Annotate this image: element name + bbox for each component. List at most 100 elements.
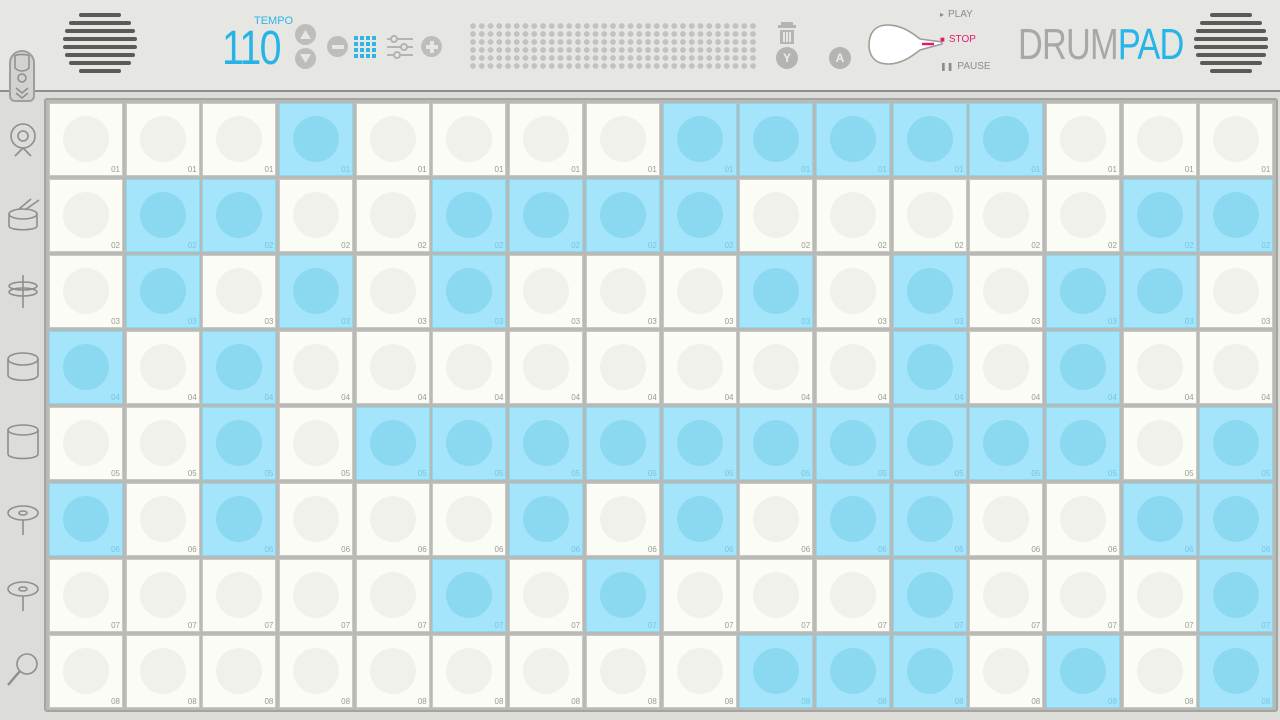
step-pad[interactable]: 02 <box>279 179 354 252</box>
crash-cymbal-icon[interactable] <box>5 576 41 612</box>
step-pad[interactable]: 05 <box>432 407 507 480</box>
step-pad[interactable]: 01 <box>125 103 200 176</box>
step-pad[interactable]: 03 <box>815 255 890 328</box>
step-pad[interactable]: 05 <box>892 407 967 480</box>
step-pad[interactable]: 01 <box>1122 103 1197 176</box>
step-pad[interactable]: 07 <box>125 559 200 632</box>
step-pad[interactable]: 05 <box>202 407 277 480</box>
step-pad[interactable]: 08 <box>125 635 200 708</box>
grid-view-button[interactable] <box>354 36 377 58</box>
step-pad[interactable]: 06 <box>49 483 123 556</box>
step-pad[interactable]: 07 <box>739 559 814 632</box>
step-pad[interactable]: 06 <box>585 483 660 556</box>
step-pad[interactable]: 08 <box>509 635 584 708</box>
step-pad[interactable]: 02 <box>202 179 277 252</box>
step-pad[interactable]: 01 <box>739 103 814 176</box>
step-pad[interactable]: 04 <box>739 331 814 404</box>
step-pad[interactable]: 07 <box>279 559 354 632</box>
step-pad[interactable]: 01 <box>432 103 507 176</box>
step-pad[interactable]: 02 <box>1199 179 1274 252</box>
step-pad[interactable]: 04 <box>355 331 430 404</box>
step-pad[interactable]: 07 <box>432 559 507 632</box>
step-pad[interactable]: 05 <box>279 407 354 480</box>
floor-tom-icon[interactable] <box>5 424 41 460</box>
step-pad[interactable]: 03 <box>1045 255 1120 328</box>
step-pad[interactable]: 06 <box>432 483 507 556</box>
step-pad[interactable]: 08 <box>279 635 354 708</box>
mixer-button[interactable] <box>386 34 414 60</box>
transport-lever[interactable] <box>868 22 948 68</box>
step-pad[interactable]: 07 <box>585 559 660 632</box>
step-pad[interactable]: 08 <box>202 635 277 708</box>
maraca-icon[interactable] <box>5 652 41 688</box>
step-pad[interactable]: 06 <box>969 483 1044 556</box>
hihat-icon[interactable] <box>5 273 41 309</box>
step-pad[interactable]: 05 <box>1122 407 1197 480</box>
step-pad[interactable]: 02 <box>125 179 200 252</box>
step-pad[interactable]: 06 <box>662 483 737 556</box>
stop-option[interactable]: ■ STOP <box>940 34 976 45</box>
step-pad[interactable]: 01 <box>509 103 584 176</box>
step-pad[interactable]: 01 <box>49 103 123 176</box>
step-pad[interactable]: 06 <box>815 483 890 556</box>
step-pad[interactable]: 05 <box>355 407 430 480</box>
step-pad[interactable]: 01 <box>1045 103 1120 176</box>
step-pad[interactable]: 06 <box>1199 483 1274 556</box>
step-pad[interactable]: 06 <box>355 483 430 556</box>
step-pad[interactable]: 01 <box>279 103 354 176</box>
y-button[interactable]: Y <box>776 47 798 69</box>
step-pad[interactable]: 06 <box>279 483 354 556</box>
step-pad[interactable]: 01 <box>892 103 967 176</box>
add-step-button[interactable] <box>421 36 442 57</box>
step-pad[interactable]: 05 <box>662 407 737 480</box>
kit-selector-tab[interactable] <box>9 50 35 102</box>
step-pad[interactable]: 08 <box>1122 635 1197 708</box>
step-pad[interactable]: 05 <box>969 407 1044 480</box>
step-pad[interactable]: 07 <box>662 559 737 632</box>
tom-drum-icon[interactable] <box>5 349 41 385</box>
step-pad[interactable]: 04 <box>892 331 967 404</box>
step-pad[interactable]: 06 <box>125 483 200 556</box>
step-pad[interactable]: 07 <box>969 559 1044 632</box>
step-pad[interactable]: 04 <box>279 331 354 404</box>
step-pad[interactable]: 06 <box>509 483 584 556</box>
step-pad[interactable]: 08 <box>432 635 507 708</box>
step-pad[interactable]: 04 <box>432 331 507 404</box>
step-pad[interactable]: 01 <box>1199 103 1274 176</box>
ride-cymbal-icon[interactable] <box>5 500 41 536</box>
step-pad[interactable]: 01 <box>969 103 1044 176</box>
step-pad[interactable]: 03 <box>279 255 354 328</box>
step-pad[interactable]: 02 <box>49 179 123 252</box>
step-pad[interactable]: 03 <box>662 255 737 328</box>
step-pad[interactable]: 05 <box>125 407 200 480</box>
step-pad[interactable]: 02 <box>585 179 660 252</box>
step-pad[interactable]: 03 <box>969 255 1044 328</box>
step-pad[interactable]: 04 <box>509 331 584 404</box>
tempo-up-button[interactable] <box>295 24 316 45</box>
step-pad[interactable]: 04 <box>49 331 123 404</box>
step-pad[interactable]: 06 <box>1045 483 1120 556</box>
step-pad[interactable]: 08 <box>1199 635 1274 708</box>
pause-option[interactable]: ❚❚ PAUSE <box>940 61 991 72</box>
step-pad[interactable]: 03 <box>125 255 200 328</box>
step-pad[interactable]: 08 <box>1045 635 1120 708</box>
step-pad[interactable]: 03 <box>49 255 123 328</box>
step-pad[interactable]: 07 <box>355 559 430 632</box>
step-pad[interactable]: 06 <box>202 483 277 556</box>
step-pad[interactable]: 02 <box>432 179 507 252</box>
step-pad[interactable]: 02 <box>1122 179 1197 252</box>
snare-drum-icon[interactable] <box>5 198 41 234</box>
remove-step-button[interactable] <box>327 36 348 57</box>
step-pad[interactable]: 05 <box>49 407 123 480</box>
step-pad[interactable]: 02 <box>815 179 890 252</box>
step-pad[interactable]: 04 <box>969 331 1044 404</box>
step-pad[interactable]: 03 <box>1199 255 1274 328</box>
step-pad[interactable]: 03 <box>585 255 660 328</box>
step-pad[interactable]: 08 <box>815 635 890 708</box>
step-pad[interactable]: 05 <box>509 407 584 480</box>
step-pad[interactable]: 07 <box>815 559 890 632</box>
step-pad[interactable]: 05 <box>739 407 814 480</box>
step-pad[interactable]: 08 <box>355 635 430 708</box>
step-pad[interactable]: 01 <box>585 103 660 176</box>
step-pad[interactable]: 02 <box>509 179 584 252</box>
